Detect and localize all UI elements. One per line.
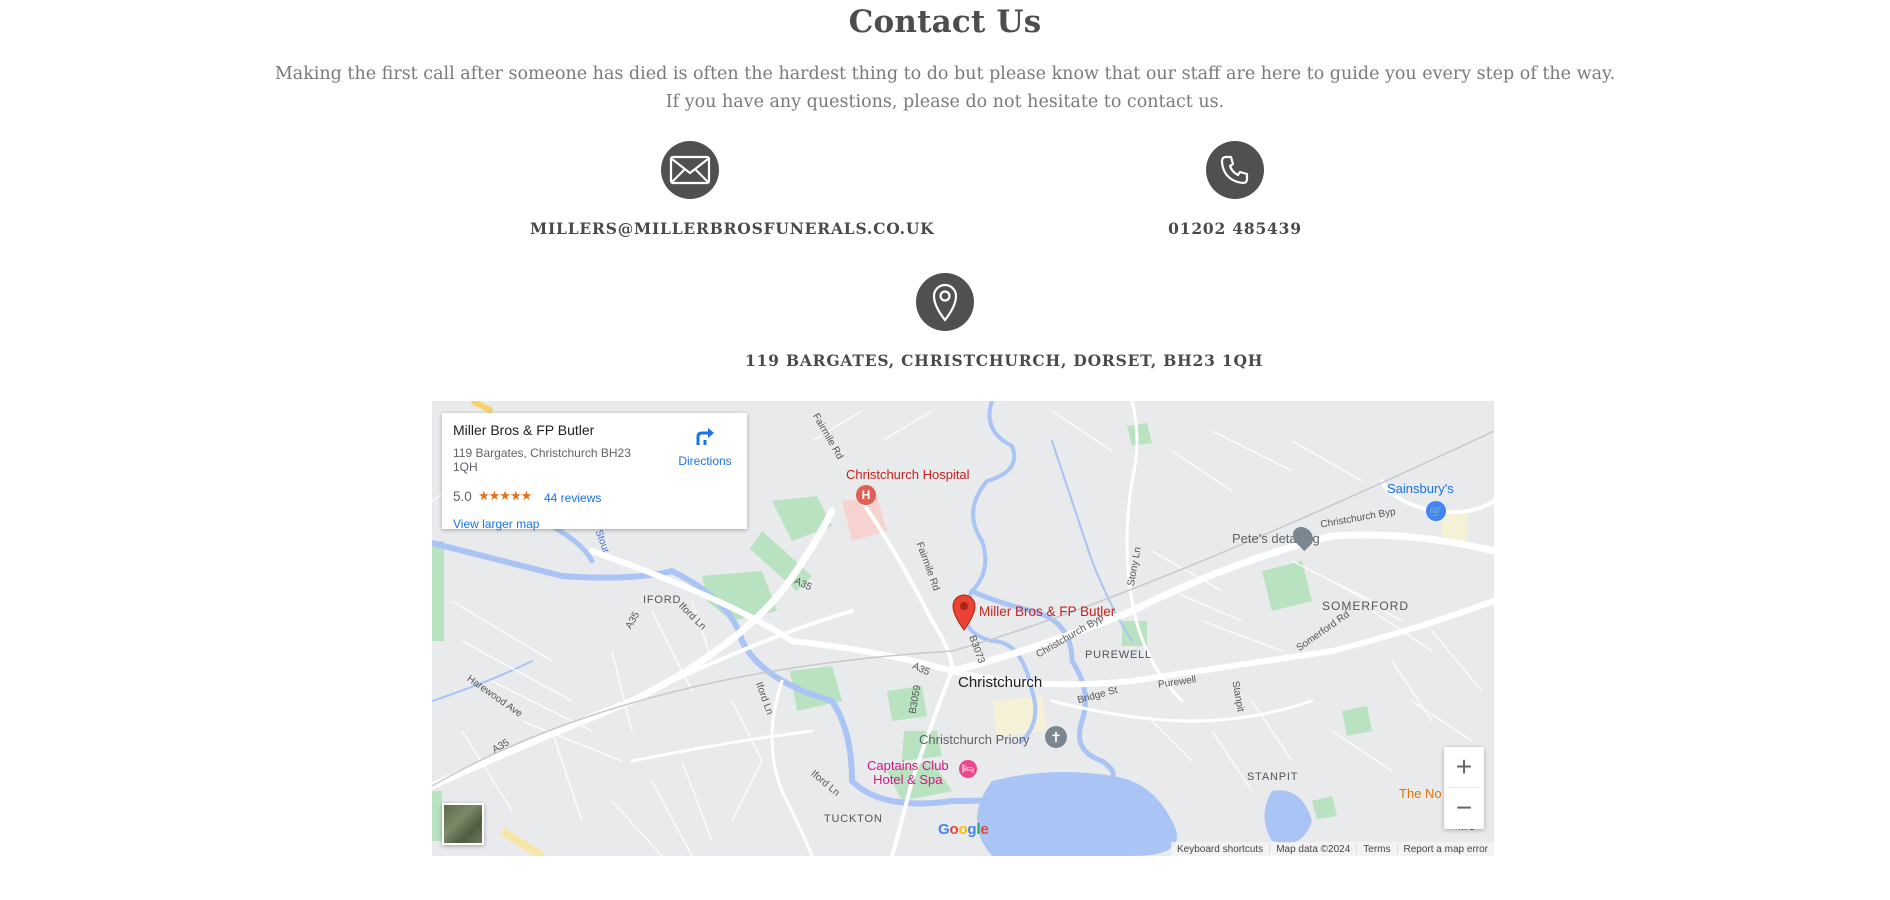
shopping-cart-icon[interactable]: 🛒 [1426, 501, 1446, 521]
map-label-stanpit: STANPIT [1247, 771, 1299, 783]
zoom-out-button[interactable]: − [1444, 788, 1484, 828]
map-attribution: Keyboard shortcuts Map data ©2024 Terms … [1171, 842, 1494, 856]
park-area [432, 541, 444, 641]
google-logo-letter: e [980, 821, 989, 838]
location-marker-icon[interactable] [951, 593, 977, 636]
church-icon[interactable]: ✝ [1045, 726, 1067, 748]
map-label-captains[interactable]: Captains Club Hotel & Spa [867, 759, 949, 787]
report-error-link[interactable]: Report a map error [1396, 843, 1494, 855]
map-data-text: Map data ©2024 [1269, 843, 1356, 855]
reviews-link[interactable]: 44 reviews [544, 491, 601, 505]
place-title: Miller Bros & FP Butler [453, 422, 595, 438]
embedded-map[interactable]: H Christchurch Hospital Miller Bros & FP… [432, 401, 1494, 856]
map-label-somerford: SOMERFORD [1322, 599, 1409, 613]
map-label-iford: IFORD [643, 594, 682, 606]
park-area [432, 791, 442, 841]
map-label-purewell: PUREWELL [1085, 649, 1152, 661]
intro-text: Making the first call after someone has … [0, 60, 1890, 116]
rating-stars: ★★★★★ [478, 488, 532, 503]
phone-link[interactable]: 01202 485439 [1115, 219, 1355, 238]
email-link[interactable]: MILLERS@MILLERBROSFUNERALS.CO.UK [530, 219, 934, 238]
map-label-sainsburys[interactable]: Sainsbury's [1387, 481, 1454, 496]
hospital-icon[interactable]: H [856, 485, 876, 505]
zoom-in-button[interactable]: + [1444, 747, 1484, 787]
view-larger-map-link[interactable]: View larger map [453, 517, 539, 531]
place-address: 119 Bargates, Christchurch BH23 1QH [453, 446, 631, 474]
map-pin-icon [916, 273, 974, 331]
map-label-captains-1: Captains Club [867, 758, 949, 773]
terms-link[interactable]: Terms [1356, 843, 1396, 855]
envelope-icon [661, 141, 719, 199]
zoom-control: + − [1444, 747, 1484, 829]
contact-email: MILLERS@MILLERBROSFUNERALS.CO.UK [530, 141, 934, 238]
contact-phone: 01202 485439 [1115, 141, 1355, 238]
page-title: Contact Us [848, 4, 1042, 40]
map-label-noth[interactable]: The No [1399, 786, 1442, 801]
satellite-toggle-button[interactable] [442, 803, 484, 845]
place-rating: 5.0 [453, 489, 472, 504]
contact-address: 119 BARGATES, CHRISTCHURCH, DORSET, BH23… [745, 273, 1264, 370]
intro-line-2: If you have any questions, please do not… [665, 92, 1225, 112]
address-text: 119 BARGATES, CHRISTCHURCH, DORSET, BH23… [745, 351, 1264, 370]
park-area [1342, 706, 1372, 736]
map-label-hospital[interactable]: Christchurch Hospital [846, 467, 970, 482]
directions-button[interactable]: Directions [670, 425, 740, 468]
map-label-priory[interactable]: Christchurch Priory [919, 732, 1030, 747]
map-label-captains-2: Hotel & Spa [873, 772, 943, 787]
map-label-tuckton: TUCKTON [824, 813, 883, 825]
keyboard-shortcuts-link[interactable]: Keyboard shortcuts [1171, 844, 1269, 855]
directions-icon [696, 428, 714, 445]
google-logo: Google [938, 821, 989, 838]
place-info-card: Miller Bros & FP Butler 119 Bargates, Ch… [442, 413, 747, 531]
intro-line-1: Making the first call after someone has … [274, 64, 1616, 84]
hotel-icon[interactable]: 🛏 [959, 760, 977, 778]
directions-label: Directions [678, 454, 732, 468]
google-logo-letter: G [938, 821, 950, 838]
map-label-christchurch: Christchurch [958, 674, 1043, 691]
phone-icon [1206, 141, 1264, 199]
